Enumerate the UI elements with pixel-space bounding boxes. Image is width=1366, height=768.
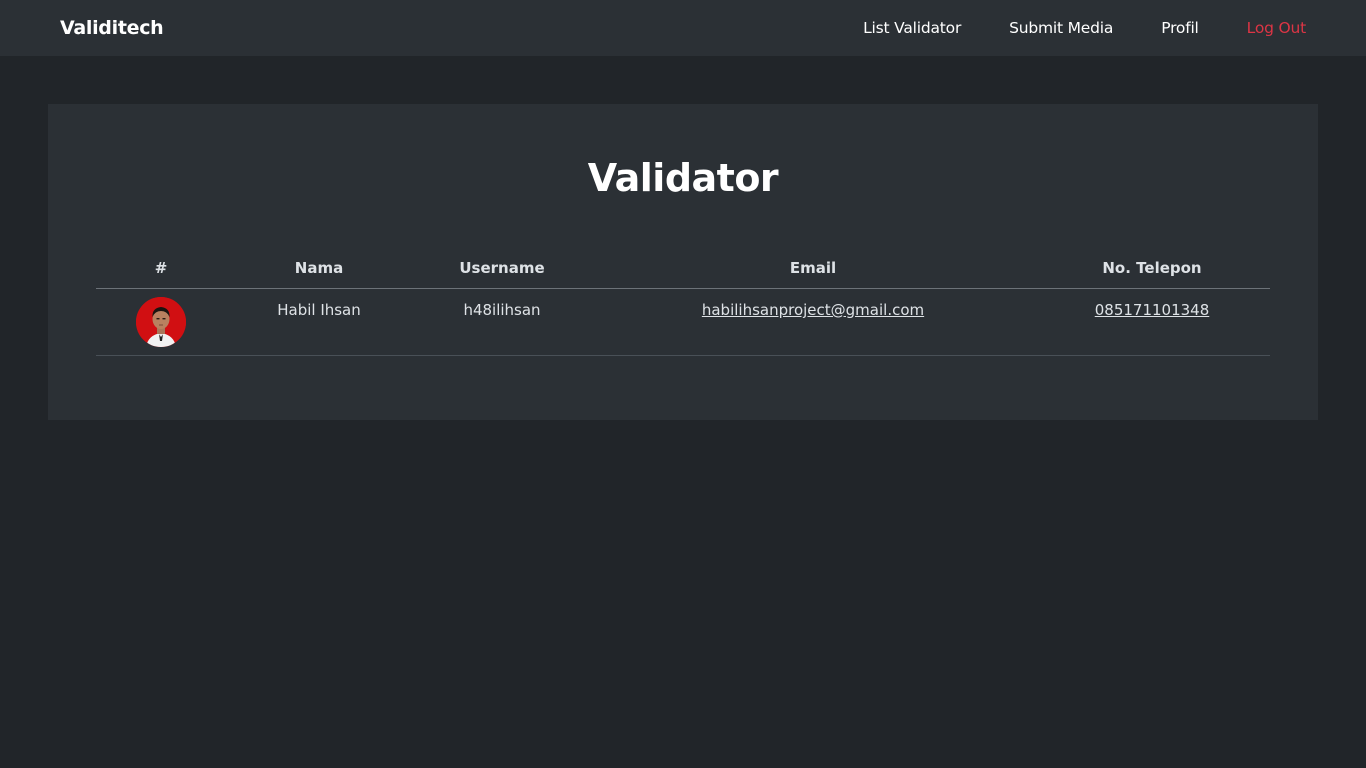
column-header-number: # xyxy=(96,248,226,289)
phone-link[interactable]: 085171101348 xyxy=(1095,301,1210,319)
validator-name: Habil Ihsan xyxy=(277,301,361,319)
nav-link-profil[interactable]: Profil xyxy=(1161,18,1199,38)
nav-links: List Validator Submit Media Profil Log O… xyxy=(815,0,1306,56)
table-row: Habil Ihsan h48ilihsan habilihsanproject… xyxy=(96,288,1270,356)
user-photo-icon xyxy=(136,297,186,347)
nama-cell: Habil Ihsan xyxy=(226,288,412,356)
validator-table: # Nama Username Email No. Telepon Habil … xyxy=(96,248,1270,356)
column-header-telepon: No. Telepon xyxy=(1034,248,1270,289)
page-title: Validator xyxy=(587,156,779,200)
table-header-row: # Nama Username Email No. Telepon xyxy=(96,248,1270,289)
column-header-email: Email xyxy=(592,248,1034,289)
top-navbar: Validitech List Validator Submit Media P… xyxy=(0,0,1366,56)
column-header-username: Username xyxy=(412,248,592,289)
nav-link-submit-media[interactable]: Submit Media xyxy=(1009,18,1113,38)
avatar xyxy=(136,297,186,347)
email-link[interactable]: habilihsanproject@gmail.com xyxy=(702,301,924,319)
email-cell: habilihsanproject@gmail.com xyxy=(592,288,1034,356)
telepon-cell: 085171101348 xyxy=(1034,288,1270,356)
brand-logo-link[interactable]: Validitech xyxy=(60,17,164,39)
nav-link-log-out[interactable]: Log Out xyxy=(1247,18,1307,38)
nav-link-list-validator[interactable]: List Validator xyxy=(863,18,961,38)
validator-username: h48ilihsan xyxy=(463,301,541,319)
column-header-nama: Nama xyxy=(226,248,412,289)
username-cell: h48ilihsan xyxy=(412,288,592,356)
avatar-cell xyxy=(96,288,226,356)
